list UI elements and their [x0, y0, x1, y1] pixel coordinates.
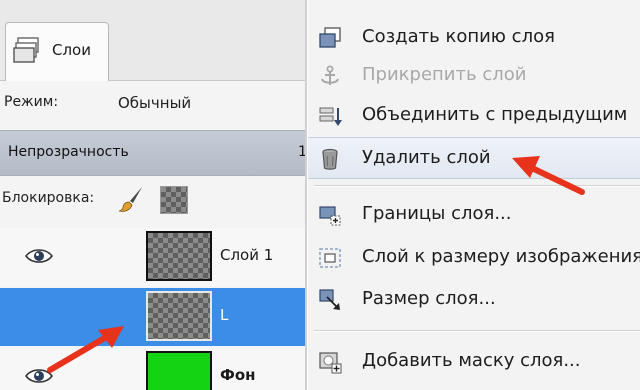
layer-name: L: [220, 306, 229, 324]
menu-item-label: Границы слоя...: [362, 203, 512, 224]
panel-divider: [305, 0, 307, 390]
mode-row: Режим: Обычный: [0, 84, 305, 122]
lock-row: Блокировка:: [0, 176, 305, 222]
menu-item-scale-layer[interactable]: Размер слоя...: [308, 279, 640, 319]
opacity-label: Непрозрачность: [8, 144, 129, 160]
layer-thumbnail: [146, 291, 212, 341]
layer-to-image-size-icon: [319, 248, 341, 268]
layer-name: Фон: [220, 366, 256, 384]
lock-alpha-icon[interactable]: [160, 186, 188, 214]
menu-item-label: Добавить маску слоя...: [362, 350, 581, 371]
menu-item-layer-boundary[interactable]: Границы слоя...: [308, 194, 640, 234]
layer-thumbnail: [146, 231, 212, 281]
pointer-arrow-icon: [47, 326, 124, 373]
menu-separator: [314, 185, 640, 187]
layer-boundary-icon: [319, 206, 341, 226]
add-mask-icon: [319, 352, 342, 374]
menu-item-label: Размер слоя...: [362, 288, 496, 309]
tab-layers-label: Слои: [52, 41, 91, 59]
layers-panel: Слои Режим: Обычный Непрозрачность 1 Бло…: [0, 0, 305, 390]
lock-label: Блокировка:: [2, 190, 95, 206]
duplicate-layer-icon: [319, 27, 341, 48]
menu-item-layer-to-image-size[interactable]: Слой к размеру изображения: [308, 237, 640, 277]
eye-icon[interactable]: [24, 246, 54, 266]
mode-label: Режим:: [4, 94, 59, 110]
menu-item-label: Удалить слой: [362, 147, 491, 168]
lock-pixels-brush-icon[interactable]: [116, 184, 146, 214]
menu-item-label: Создать копию слоя: [362, 26, 555, 47]
menu-separator: [314, 330, 640, 332]
trash-icon: [322, 148, 338, 170]
menu-item-add-layer-mask[interactable]: Добавить маску слоя...: [308, 341, 640, 381]
layer-row-1[interactable]: Слой 1: [0, 228, 305, 286]
menu-item-anchor-layer[interactable]: Прикрепить слой: [308, 55, 640, 95]
menu-item-merge-down[interactable]: Объединить с предыдущим: [308, 95, 640, 135]
scale-layer-icon: [319, 289, 340, 310]
pointer-arrow-icon: [512, 156, 585, 195]
layer-name: Слой 1: [220, 246, 274, 264]
merge-down-icon: [319, 107, 342, 126]
opacity-slider[interactable]: Непрозрачность 1: [0, 130, 305, 176]
tab-layers[interactable]: Слои: [5, 22, 109, 81]
opacity-value: 1: [298, 144, 305, 160]
panel-tabbar: Слои: [0, 0, 305, 81]
layer-thumbnail: [146, 351, 212, 390]
menu-item-label: Объединить с предыдущим: [362, 104, 628, 125]
menu-item-duplicate-layer[interactable]: Создать копию слоя: [308, 17, 640, 57]
menu-item-label: Слой к размеру изображения: [362, 246, 640, 267]
mode-select[interactable]: Обычный: [118, 94, 191, 112]
menu-item-delete-layer[interactable]: Удалить слой: [308, 137, 640, 179]
layer-context-menu: Создать копию слоя Прикрепить слой Объед…: [308, 0, 640, 390]
layers-icon: [13, 37, 39, 63]
menu-item-label: Прикрепить слой: [362, 64, 527, 85]
anchor-icon: [321, 65, 339, 85]
